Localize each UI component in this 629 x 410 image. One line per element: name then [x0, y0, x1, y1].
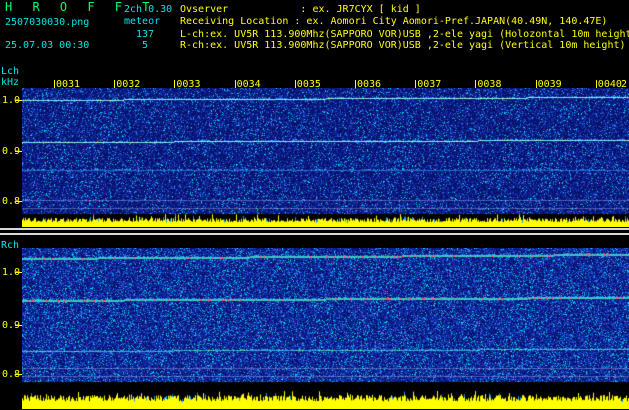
- minute-marker-line: [355, 80, 356, 88]
- rch-spectrogram: [22, 248, 629, 409]
- observer-line: Ovserver : ex. JR7CYX [ kid ]: [180, 4, 421, 15]
- panel-separator: [0, 233, 629, 235]
- lch-tick-mark: [15, 151, 22, 152]
- minute-marker-line: [535, 80, 537, 88]
- lch-label: Lch: [1, 66, 20, 77]
- minute-marker-line: [234, 80, 236, 88]
- rch-tick-mark: [15, 374, 22, 375]
- count-lch: 137: [136, 29, 155, 40]
- lch-tick-mark: [15, 100, 22, 101]
- panel-separator: [0, 228, 629, 230]
- location-line: Receiving Location : ex. Aomori City Aom…: [180, 16, 608, 27]
- rch-tick-mark: [15, 325, 22, 326]
- count-rch: 5: [142, 40, 149, 51]
- minute-marker-line: [174, 80, 176, 88]
- lch-receiver-line: L-ch:ex. UV5R 113.900Mhz(SAPPORO VOR)USB…: [180, 29, 629, 40]
- minute-marker-line: [415, 80, 417, 88]
- lch-tick-mark: [15, 201, 22, 202]
- rch-label: Rch: [1, 240, 20, 251]
- rch-tick-mark: [15, 272, 22, 273]
- minute-marker-line: [294, 80, 296, 88]
- minute-marker-line: [475, 80, 477, 88]
- file-name: 2507030030.png: [5, 17, 90, 28]
- minute-marker-line: [54, 80, 55, 88]
- channel-setting: 2ch 0.30: [124, 4, 173, 15]
- rch-receiver-line: R-ch:ex. UV5R 113.900Mhz(SAPPORO VOR)USB…: [180, 40, 626, 51]
- capture-datetime: 25.07.03 00:30: [5, 40, 90, 51]
- minute-marker-line: [595, 80, 597, 88]
- minute-marker-line: [114, 80, 116, 88]
- mode-label: meteor: [124, 16, 161, 27]
- lch-unit: kHz: [1, 77, 20, 88]
- lch-spectrogram: [22, 88, 629, 227]
